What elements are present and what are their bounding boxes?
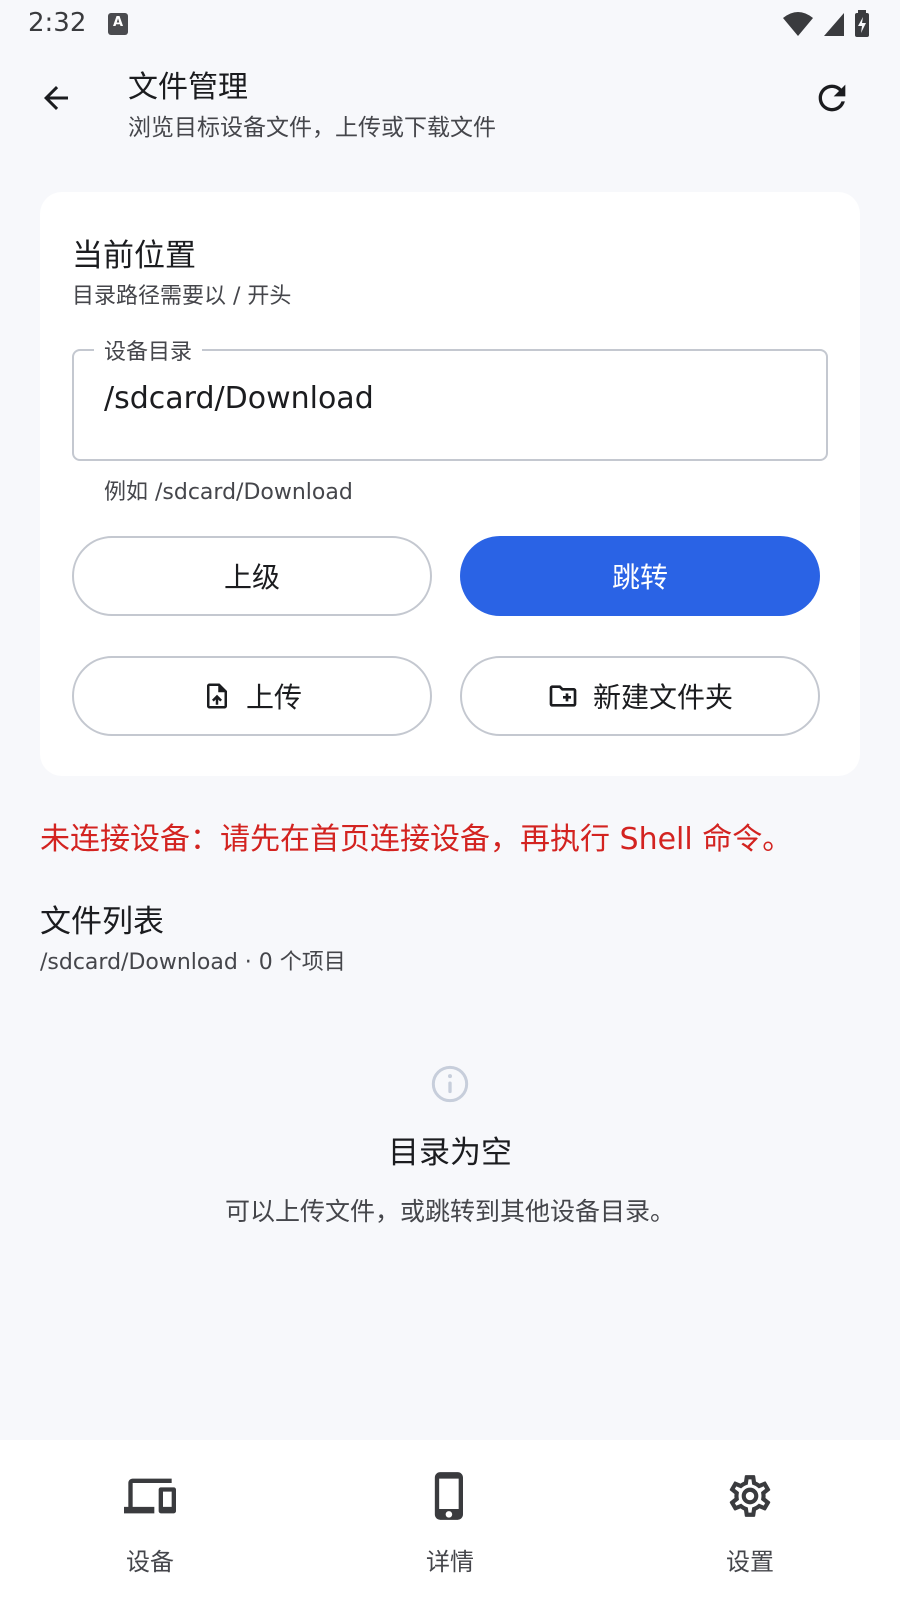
arrow-back-icon — [44, 86, 68, 110]
upload-file-icon — [206, 683, 227, 709]
new-folder-label: 新建文件夹 — [592, 681, 733, 714]
create-folder-icon — [549, 685, 577, 707]
go-button[interactable]: 跳转 — [460, 536, 820, 616]
field-label: 设备目录 — [94, 334, 203, 366]
back-button[interactable] — [32, 74, 80, 122]
card-subtitle: 目录路径需要以 / 开头 — [72, 284, 292, 309]
upload-button[interactable]: 上传 — [72, 656, 432, 736]
device-directory-field[interactable]: 设备目录 — [72, 334, 828, 461]
empty-state-title: 目录为空 — [388, 1135, 512, 1171]
parent-directory-label: 上级 — [223, 561, 280, 594]
status-time: 2:32 — [28, 8, 87, 38]
file-list-title: 文件列表 — [40, 904, 164, 940]
devices-icon — [124, 1478, 176, 1514]
directory-input[interactable] — [104, 381, 794, 416]
refresh-icon — [818, 84, 846, 112]
nav-item-details[interactable]: 详情 — [300, 1440, 600, 1600]
location-card: 当前位置 目录路径需要以 / 开头 设备目录 例如 /sdcard/Downlo… — [40, 192, 860, 776]
page-title: 文件管理 — [128, 70, 248, 105]
go-label: 跳转 — [611, 561, 668, 594]
battery-charging-icon — [855, 10, 869, 37]
nav-item-devices[interactable]: 设备 — [0, 1440, 300, 1600]
parent-directory-button[interactable]: 上级 — [72, 536, 432, 616]
page-subtitle: 浏览目标设备文件，上传或下载文件 — [128, 115, 496, 141]
bottom-navigation: 设备 详情 设置 — [0, 1440, 900, 1600]
info-icon — [431, 1065, 469, 1103]
file-manager-screen: 2:32 A 文件管理 浏览目标设备文件，上传或下载文件 当前位置 目录路径需要… — [0, 0, 900, 1600]
status-icons — [782, 10, 870, 38]
empty-state-description: 可以上传文件，或跳转到其他设备目录。 — [224, 1197, 675, 1226]
notification-icon: A — [108, 13, 128, 35]
phone-icon — [434, 1472, 463, 1520]
field-helper-text: 例如 /sdcard/Download — [104, 480, 353, 505]
card-title: 当前位置 — [72, 238, 196, 274]
gear-icon — [729, 1475, 771, 1517]
new-folder-button[interactable]: 新建文件夹 — [460, 656, 820, 736]
nav-label-devices: 设备 — [126, 1548, 174, 1576]
nav-label-details: 详情 — [426, 1548, 474, 1576]
wifi-icon — [783, 12, 813, 36]
file-list-meta: /sdcard/Download · 0 个项目 — [40, 950, 346, 975]
refresh-button[interactable] — [808, 74, 856, 122]
connection-error-message: 未连接设备：请先在首页连接设备，再执行 Shell 命令。 — [40, 822, 793, 857]
cellular-signal-icon — [824, 13, 844, 36]
app-bar: 文件管理 浏览目标设备文件，上传或下载文件 — [0, 48, 900, 158]
nav-item-settings[interactable]: 设置 — [600, 1440, 900, 1600]
nav-label-settings: 设置 — [726, 1548, 774, 1576]
status-bar: 2:32 A — [0, 0, 900, 48]
upload-label: 上传 — [245, 681, 302, 714]
